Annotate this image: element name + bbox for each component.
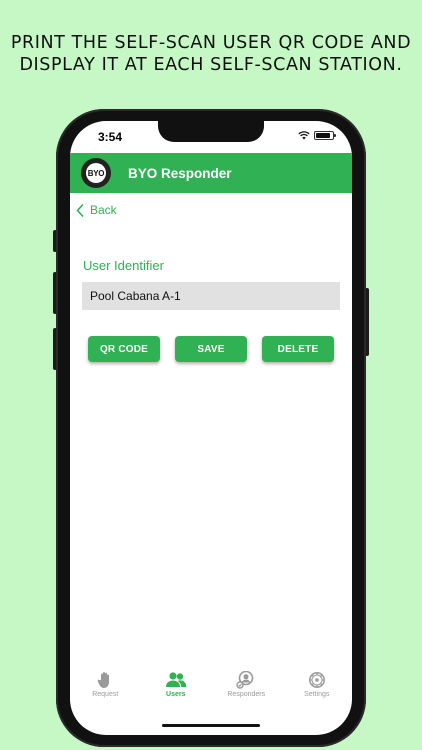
users-icon — [165, 672, 187, 687]
responder-icon — [236, 671, 254, 689]
chevron-left-icon — [76, 203, 84, 217]
app-navbar: BYO BYO Responder — [70, 153, 352, 193]
phone-notch — [158, 121, 264, 142]
delete-button[interactable]: DELETE — [262, 336, 334, 362]
logo-text: BYO — [86, 163, 106, 183]
tab-settings[interactable]: Settings — [282, 671, 353, 715]
user-identifier-label: User Identifier — [83, 258, 164, 273]
tab-users[interactable]: Users — [141, 671, 212, 715]
back-button[interactable]: Back — [76, 203, 117, 217]
tab-settings-label: Settings — [304, 691, 330, 698]
tab-request-label: Request — [92, 691, 119, 698]
nav-title: BYO Responder — [128, 165, 232, 181]
tab-request[interactable]: Request — [70, 671, 141, 715]
qr-code-button[interactable]: QR CODE — [88, 336, 160, 362]
wifi-icon — [298, 131, 310, 140]
save-button[interactable]: SAVE — [175, 336, 247, 362]
battery-icon — [314, 131, 336, 140]
tab-responders[interactable]: Responders — [211, 671, 282, 715]
gear-icon — [308, 672, 325, 688]
status-time: 3:54 — [98, 130, 123, 144]
tab-users-label: Users — [166, 691, 186, 698]
hand-icon — [97, 672, 110, 688]
phone-screen: 3:54 BYO BYO Responder Back User Identif… — [70, 121, 352, 735]
tab-responders-label: Responders — [227, 691, 266, 698]
status-icons — [298, 131, 336, 140]
home-indicator[interactable] — [162, 724, 260, 727]
user-identifier-input[interactable] — [82, 282, 340, 310]
tab-bar: Request Users Responders Settings — [70, 671, 352, 715]
promo-caption: PRINT THE SELF-SCAN USER QR CODE AND DIS… — [10, 33, 412, 75]
back-label: Back — [90, 203, 117, 217]
app-logo: BYO — [81, 158, 111, 188]
